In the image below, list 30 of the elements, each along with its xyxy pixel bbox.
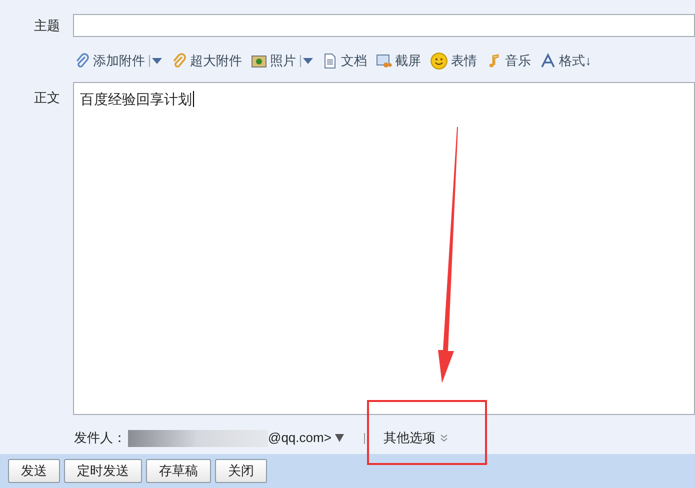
toolbar-button[interactable]: 表情: [430, 51, 477, 71]
toolbar-button[interactable]: 超大附件: [171, 51, 242, 71]
body-label: 正文: [33, 89, 61, 107]
dropdown-caret-icon: [335, 434, 344, 442]
action-button[interactable]: 存草稿: [146, 459, 211, 483]
double-chevron-icon: [440, 434, 448, 442]
paperclip-icon: [171, 53, 187, 69]
action-button[interactable]: 发送: [8, 459, 60, 483]
subject-label: 主题: [33, 16, 61, 35]
toolbar-button[interactable]: 格式↓: [540, 51, 592, 71]
paperclip-icon: [74, 53, 90, 69]
toolbar-button[interactable]: 文档: [322, 51, 367, 71]
dropdown-caret-icon[interactable]: [152, 58, 162, 64]
toolbar-button[interactable]: 音乐: [486, 51, 531, 71]
document-icon: [322, 53, 338, 69]
action-button[interactable]: 关闭: [215, 459, 267, 483]
toolbar-button[interactable]: 截屏: [376, 51, 421, 71]
toolbar-button[interactable]: 照片: [251, 51, 296, 71]
sender-label: 发件人：: [74, 429, 126, 448]
picture-icon: [251, 53, 267, 69]
sender-address-dropdown[interactable]: @qq.com>: [268, 428, 344, 448]
action-button[interactable]: 定时发送: [64, 459, 142, 483]
toolbar-button[interactable]: 添加附件: [74, 51, 145, 71]
more-options-link[interactable]: 其他选项: [383, 428, 448, 448]
body-text: 百度经验回享计划: [80, 91, 194, 107]
smiley-icon: [430, 52, 448, 70]
subject-field[interactable]: [73, 14, 695, 37]
letter-a-icon: [540, 53, 556, 69]
body-editor[interactable]: 百度经验回享计划: [73, 82, 695, 415]
dropdown-caret-icon[interactable]: [303, 58, 313, 64]
